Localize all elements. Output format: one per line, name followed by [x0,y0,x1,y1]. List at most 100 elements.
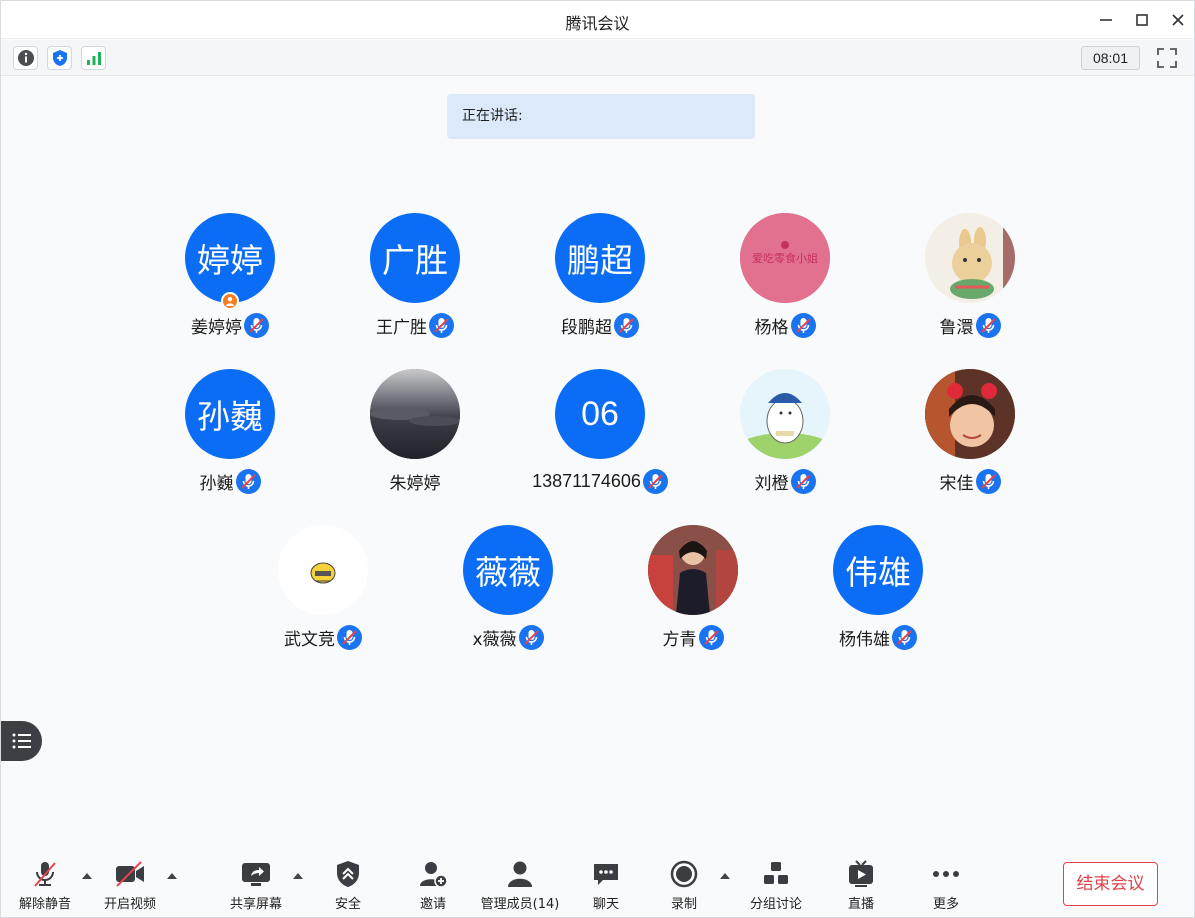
mic-muted-icon [698,625,724,650]
speaking-label: 正在讲话: [462,108,523,124]
video-off-icon [116,861,144,887]
speaking-indicator: 正在讲话: [447,94,755,139]
participant-name: 段鹏超 [561,318,612,338]
mic-muted-icon [244,313,269,338]
mic-muted-icon [429,313,454,338]
participant-name: 宋佳 [939,474,974,494]
avatar: 广胜 [370,213,460,303]
participant-tile[interactable]: 朱婷婷 [335,369,495,509]
title-bar: 腾讯会议 [1,1,1194,39]
participant-name: 孙巍 [199,474,234,494]
avatar: 鹏超 [555,213,645,303]
meeting-info-bar: 08:01 [1,40,1194,76]
member-list-toggle[interactable] [1,721,42,761]
avatar: 06 [555,369,645,459]
participant-tile[interactable]: 爱吃零食小姐 杨格 [705,213,865,353]
minimize-button[interactable] [1089,5,1123,35]
participant-tile[interactable]: 鲁澴 [890,213,1050,353]
participant-name: 姜婷婷 [191,318,242,338]
mic-muted-icon [892,625,917,650]
mic-muted-icon [790,469,816,494]
close-button[interactable] [1161,5,1195,35]
participant-name: 杨伟雄 [839,630,890,650]
live-stream-button[interactable]: 直播 [826,859,896,912]
participant-tile[interactable]: 06 13871174606 [520,369,680,509]
caret-up-icon [293,873,303,879]
chat-button[interactable]: 聊天 [571,859,641,912]
audio-options-caret[interactable] [80,871,94,881]
caret-up-icon [720,873,730,879]
more-button[interactable]: 更多 [911,859,981,912]
fullscreen-button[interactable] [1154,46,1180,70]
avatar: 孙巍 [185,369,275,459]
avatar-photo [648,525,738,615]
participant-name: 杨格 [754,318,789,338]
meeting-window: 腾讯会议 08:01 正在讲话: 婷婷 姜婷婷 广胜 王广胜 鹏超 段鹏超 爱吃… [0,0,1195,918]
manage-members-button[interactable]: 管理成员(14) [475,859,565,912]
live-tv-icon [849,860,873,887]
participant-name: x薇薇 [472,630,517,650]
avatar-photo [925,213,1015,303]
share-screen-button[interactable]: 共享屏幕 [221,859,291,912]
avatar-photo: 爱吃零食小姐 [740,213,830,303]
participant-tile[interactable]: 孙巍 孙巍 [150,369,310,509]
participant-tile[interactable]: 婷婷 姜婷婷 [150,213,310,353]
bottom-toolbar: 解除静音 开启视频 共享屏幕 安全 邀请 管理成员(14) 聊天 录制 分组讨论… [1,841,1194,917]
unmute-button[interactable]: 解除静音 [10,859,80,912]
participant-tile[interactable]: 方青 [613,525,773,665]
invite-user-icon [420,862,448,888]
participant-tile[interactable]: 宋佳 [890,369,1050,509]
participant-tile[interactable]: 鹏超 段鹏超 [520,213,680,353]
avatar-photo [370,369,460,459]
share-options-caret[interactable] [291,871,305,881]
avatar-photo [925,369,1015,459]
network-status-button[interactable] [81,46,106,70]
caret-up-icon [167,873,177,879]
mic-muted-icon [34,862,56,887]
shield-icon [52,50,67,66]
mic-muted-icon [518,625,544,650]
share-screen-icon [242,863,270,886]
mic-muted-icon [975,469,1001,494]
maximize-icon [1136,14,1148,26]
security-button[interactable]: 安全 [313,859,383,912]
participant-name: 鲁澴 [939,318,974,338]
avatar-photo [740,369,830,459]
info-icon [17,50,34,66]
avatar: 伟雄 [833,525,923,615]
caret-up-icon [82,873,92,879]
avatar: 薇薇 [463,525,553,615]
members-icon [508,861,532,887]
participant-tile[interactable]: 伟雄 杨伟雄 [798,525,958,665]
participant-tile[interactable]: 刘橙 [705,369,865,509]
participant-name: 武文竞 [284,630,335,650]
maximize-button[interactable] [1125,5,1159,35]
mic-muted-icon [614,313,639,338]
start-video-button[interactable]: 开启视频 [95,859,165,912]
more-dots-icon [933,871,959,877]
minimize-icon [1100,19,1112,21]
invite-button[interactable]: 邀请 [398,859,468,912]
meeting-info-button[interactable] [13,46,38,70]
end-meeting-button[interactable]: 结束会议 [1063,862,1158,906]
video-options-caret[interactable] [165,871,179,881]
fullscreen-icon [1157,48,1177,68]
record-options-caret[interactable] [718,871,732,881]
participant-tile[interactable]: 广胜 王广胜 [335,213,495,353]
breakout-rooms-button[interactable]: 分组讨论 [741,859,811,912]
participant-tile[interactable]: 武文竞 [243,525,403,665]
chat-icon [594,864,618,885]
window-title: 腾讯会议 [565,14,630,33]
participant-name: 王广胜 [376,318,427,338]
svg-text:爱吃零食小姐: 爱吃零食小姐 [752,251,818,265]
security-status-button[interactable] [47,46,72,70]
record-button[interactable]: 录制 [649,859,719,912]
participant-tile[interactable]: 薇薇 x薇薇 [428,525,588,665]
mic-muted-icon [642,469,668,494]
avatar: 婷婷 [185,213,275,303]
host-icon [221,292,239,310]
participant-name: 方青 [662,630,697,650]
breakout-icon [764,862,788,884]
signal-icon [86,52,101,65]
close-icon [1172,14,1184,26]
